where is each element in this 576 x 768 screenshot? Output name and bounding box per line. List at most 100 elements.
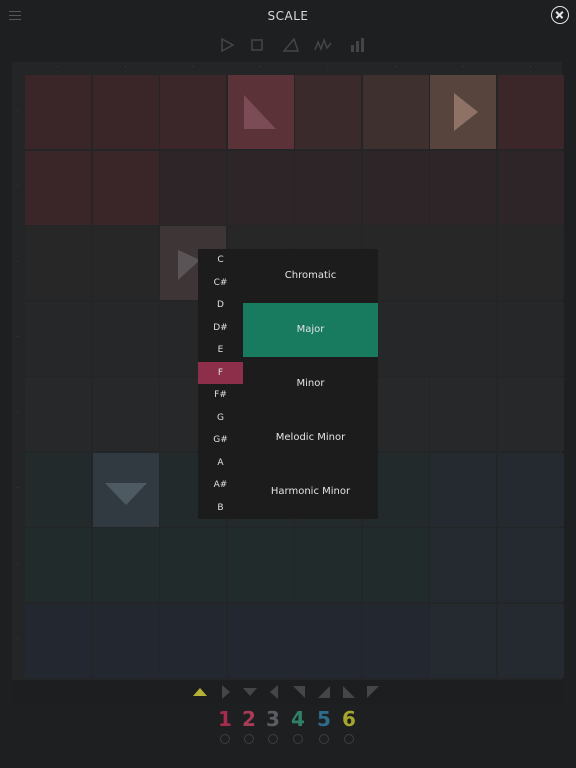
close-icon[interactable] <box>551 6 569 24</box>
pad-cell[interactable] <box>25 603 91 678</box>
down-triangle-icon[interactable] <box>243 685 257 699</box>
corner-top-left-icon[interactable] <box>292 685 306 699</box>
scale-option-major[interactable]: Major <box>243 303 378 357</box>
key-option-g-sharp[interactable]: G# <box>198 429 243 451</box>
key-option-e[interactable]: E <box>198 339 243 361</box>
pad-cell[interactable] <box>295 75 361 149</box>
pad-cell[interactable] <box>430 226 496 300</box>
key-option-c-sharp[interactable]: C# <box>198 272 243 294</box>
pad-cell[interactable] <box>430 301 496 376</box>
pad-cell[interactable] <box>430 528 496 602</box>
key-option-b[interactable]: B <box>198 497 243 519</box>
track-number: 5 <box>317 707 331 731</box>
track-indicator <box>344 734 354 744</box>
play-icon[interactable] <box>216 34 238 56</box>
wave-icon[interactable] <box>312 34 334 56</box>
key-option-f[interactable]: F <box>198 361 243 384</box>
pad-cell[interactable] <box>25 75 91 149</box>
row-tick: · <box>17 636 19 644</box>
pad-cell[interactable] <box>497 75 564 149</box>
key-option-d-sharp[interactable]: D# <box>198 317 243 339</box>
shape-strip <box>12 680 562 704</box>
pad-cell[interactable] <box>92 301 159 376</box>
bars-icon[interactable] <box>346 34 368 56</box>
scale-option-melodic-minor[interactable]: Melodic Minor <box>243 411 378 465</box>
row-tick: · <box>17 334 19 342</box>
key-option-d[interactable]: D <box>198 294 243 316</box>
pad-cell[interactable] <box>430 377 496 451</box>
left-triangle-icon[interactable] <box>267 685 281 699</box>
key-option-a[interactable]: A <box>198 452 243 474</box>
pad-cell[interactable] <box>92 150 159 225</box>
pad-cell[interactable] <box>25 377 91 451</box>
pad-cell[interactable] <box>160 603 226 678</box>
scale-option-harmonic-minor[interactable]: Harmonic Minor <box>243 465 378 519</box>
pad-cell[interactable] <box>362 150 429 225</box>
track-4[interactable]: 4 <box>288 708 308 748</box>
triangle-tool-icon[interactable] <box>280 34 302 56</box>
track-5[interactable]: 5 <box>314 708 334 748</box>
pad-cell[interactable] <box>497 603 564 678</box>
key-option-f-sharp[interactable]: F# <box>198 384 243 406</box>
scale-option-minor[interactable]: Minor <box>243 357 378 411</box>
track-6[interactable]: 6 <box>339 708 359 748</box>
corner-top-right-icon[interactable] <box>366 685 380 699</box>
right-triangle-icon <box>454 93 478 131</box>
pad-cell[interactable] <box>497 528 564 602</box>
pad-cell[interactable] <box>362 75 429 149</box>
pad-cell[interactable] <box>92 603 159 678</box>
pad-cell[interactable] <box>160 75 226 149</box>
column-tick: · <box>57 64 59 71</box>
corner-bottom-right-icon[interactable] <box>317 685 331 699</box>
pad-cell[interactable] <box>497 377 564 451</box>
pad-cell[interactable] <box>497 301 564 376</box>
pad-cell[interactable] <box>25 528 91 602</box>
pad-cell[interactable] <box>92 377 159 451</box>
key-option-c[interactable]: C <box>198 249 243 271</box>
track-indicator <box>293 734 303 744</box>
row-tick: · <box>17 560 19 568</box>
pad-cell[interactable] <box>25 452 91 527</box>
pad-cell[interactable] <box>430 452 496 527</box>
pad-cell[interactable] <box>295 528 361 602</box>
right-triangle-icon[interactable] <box>219 685 233 699</box>
column-tick: · <box>462 64 464 71</box>
scale-option-chromatic[interactable]: Chromatic <box>243 249 378 303</box>
track-number: 2 <box>242 707 256 731</box>
pad-cell[interactable] <box>497 452 564 527</box>
pad-cell[interactable] <box>362 528 429 602</box>
track-2[interactable]: 2 <box>239 708 259 748</box>
pad-cell[interactable] <box>227 150 294 225</box>
track-3[interactable]: 3 <box>263 708 283 748</box>
up-triangle-icon[interactable] <box>193 685 207 699</box>
pad-cell[interactable] <box>227 528 294 602</box>
pad-cell[interactable] <box>295 150 361 225</box>
pad-cell[interactable] <box>25 150 91 225</box>
corner-bottom-left-icon[interactable] <box>342 685 356 699</box>
track-1[interactable]: 1 <box>215 708 235 748</box>
row-tick: · <box>17 183 19 191</box>
pad-cell[interactable] <box>295 603 361 678</box>
stop-icon[interactable] <box>246 34 268 56</box>
scale-popup: C C# D D# E F F# G G# A A# B Chromatic M… <box>198 249 378 519</box>
toolbar <box>210 34 370 56</box>
key-option-g[interactable]: G <box>198 407 243 429</box>
pad-cell[interactable] <box>92 528 159 602</box>
track-indicator <box>244 734 254 744</box>
pad-cell[interactable] <box>497 226 564 300</box>
pad-cell[interactable] <box>430 150 496 225</box>
track-indicator <box>220 734 230 744</box>
pad-cell[interactable] <box>160 528 226 602</box>
pad-cell[interactable] <box>430 603 496 678</box>
row-tick: · <box>17 485 19 493</box>
pad-cell[interactable] <box>25 226 91 300</box>
pad-cell[interactable] <box>92 75 159 149</box>
key-option-a-sharp[interactable]: A# <box>198 474 243 496</box>
pad-cell[interactable] <box>227 603 294 678</box>
track-indicator <box>319 734 329 744</box>
pad-cell[interactable] <box>160 150 226 225</box>
pad-cell[interactable] <box>25 301 91 376</box>
pad-cell[interactable] <box>92 226 159 300</box>
pad-cell[interactable] <box>362 603 429 678</box>
pad-cell[interactable] <box>497 150 564 225</box>
